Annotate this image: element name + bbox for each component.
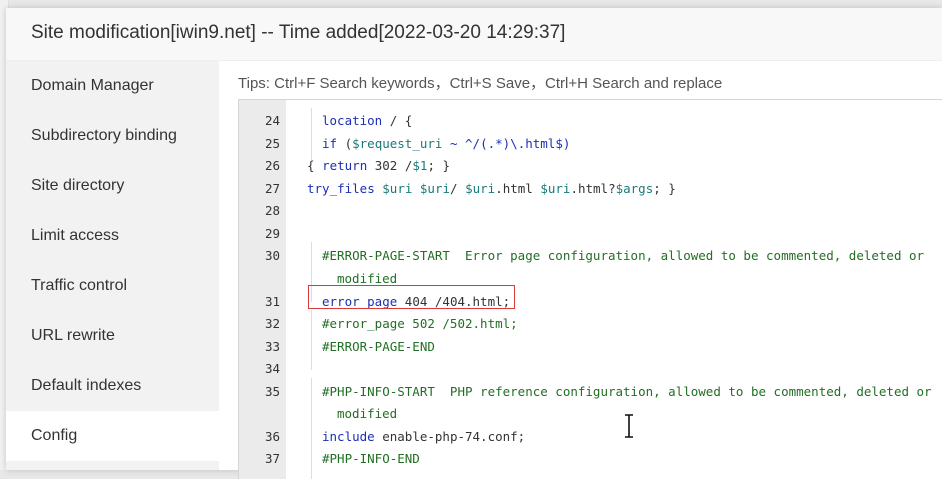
code-comment-line: modified [337, 271, 398, 286]
dialog-title: Site modification[iwin9.net] -- Time add… [31, 22, 566, 43]
code-variable: $args [615, 181, 654, 196]
code-text: ; } [427, 158, 451, 173]
code-variable: $uri [540, 181, 571, 196]
line-number: 36 [264, 429, 280, 444]
tips-text: Tips: Ctrl+F Search keywords，Ctrl+S Save… [238, 75, 723, 92]
sidebar-item-domain-manager[interactable]: Domain Manager [6, 61, 219, 111]
line-number: 34 [264, 361, 280, 376]
code-comment-line: #ERROR-PAGE-END [322, 339, 435, 354]
config-code-editor[interactable]: 24 25 26 27 28 29 30 31 32 33 34 35 36 3… [238, 99, 942, 479]
code-variable: $uri [419, 181, 451, 196]
sidebar-item-label: Domain Manager [31, 77, 154, 94]
line-number: 37 [264, 451, 280, 466]
sidebar-item-label: Traffic control [31, 277, 128, 294]
code-line: location / { [322, 113, 412, 128]
sidebar-item-config[interactable]: Config [6, 411, 219, 461]
code-line: if ($request_uri ~ ^/(.*)\.html$) [322, 136, 570, 151]
code-text: / { [382, 113, 413, 128]
sidebar-item-label: URL rewrite [31, 327, 115, 344]
sidebar-item-label: Default indexes [31, 377, 142, 394]
sidebar-menu: Domain Manager Subdirectory binding Site… [6, 61, 219, 470]
sidebar-item-limit-access[interactable]: Limit access [6, 211, 219, 261]
code-keyword: try_files [307, 181, 375, 196]
code-text: ( [337, 136, 353, 151]
code-text: { [307, 158, 323, 173]
code-comment-line: #error_page 502 /502.html; [322, 316, 518, 331]
sidebar-item-site-directory[interactable]: Site directory [6, 161, 219, 211]
sidebar-item-traffic-control[interactable]: Traffic control [6, 261, 219, 311]
code-keyword: if [322, 136, 338, 151]
sidebar-item-label: Config [31, 427, 78, 444]
sidebar-item-label: Site directory [31, 177, 125, 194]
line-number: 28 [264, 203, 280, 218]
code-text: ; } [653, 181, 676, 196]
sidebar-item-default-indexes[interactable]: Default indexes [6, 361, 219, 411]
indent-guide [311, 310, 312, 370]
line-number: 26 [264, 158, 280, 173]
code-comment-line: #ERROR-PAGE-START Error page configurati… [322, 248, 925, 263]
code-comment-line: #PHP-INFO-START PHP reference configurat… [322, 384, 932, 399]
line-number: 25 [264, 136, 280, 151]
code-variable: $uri [465, 181, 496, 196]
code-text: enable-php-74.conf; [374, 429, 526, 444]
code-comment-line: #PHP-INFO-END [322, 451, 420, 466]
code-variable: $1 [412, 158, 428, 173]
sidebar-item-label: Subdirectory binding [31, 127, 177, 144]
code-text: .html [495, 181, 541, 196]
line-number-gutter: 24 25 26 27 28 29 30 31 32 33 34 35 36 3… [239, 100, 286, 479]
indent-guide [311, 108, 312, 160]
line-number: 30 [264, 248, 280, 263]
code-keyword: include [322, 429, 375, 444]
dialog-header: Site modification[iwin9.net] -- Time add… [6, 8, 942, 61]
indent-guide [311, 378, 312, 479]
text-cursor-icon [625, 414, 633, 438]
code-line: { return 302 /$1; } [307, 158, 450, 173]
line-number: 32 [264, 316, 280, 331]
site-modification-dialog: Site modification[iwin9.net] -- Time add… [6, 8, 942, 479]
line-number: 35 [264, 384, 280, 399]
line-number: 33 [264, 339, 280, 354]
highlight-box [308, 285, 515, 309]
code-variable: $request_uri [352, 136, 443, 151]
code-text: ~ ^/(.*)\.html$) [442, 136, 571, 151]
line-number: 29 [264, 226, 280, 241]
code-line: try_files $uri $uri/ $uri.html $uri.html… [307, 181, 676, 196]
sidebar-item-label: Limit access [31, 227, 120, 244]
code-text: / [450, 181, 466, 196]
code-comment-line: modified [337, 406, 398, 421]
code-line: include enable-php-74.conf; [322, 429, 525, 444]
line-number: 24 [264, 113, 280, 128]
code-text: 302 / [367, 158, 413, 173]
code-keyword: location [322, 113, 383, 128]
code-text: .html? [570, 181, 616, 196]
code-keyword: return [322, 158, 368, 173]
sidebar-item-subdirectory-binding[interactable]: Subdirectory binding [6, 111, 219, 161]
code-variable: $uri [382, 181, 413, 196]
sidebar-item-url-rewrite[interactable]: URL rewrite [6, 311, 219, 361]
line-number: 27 [264, 181, 280, 196]
line-number: 31 [264, 294, 280, 309]
